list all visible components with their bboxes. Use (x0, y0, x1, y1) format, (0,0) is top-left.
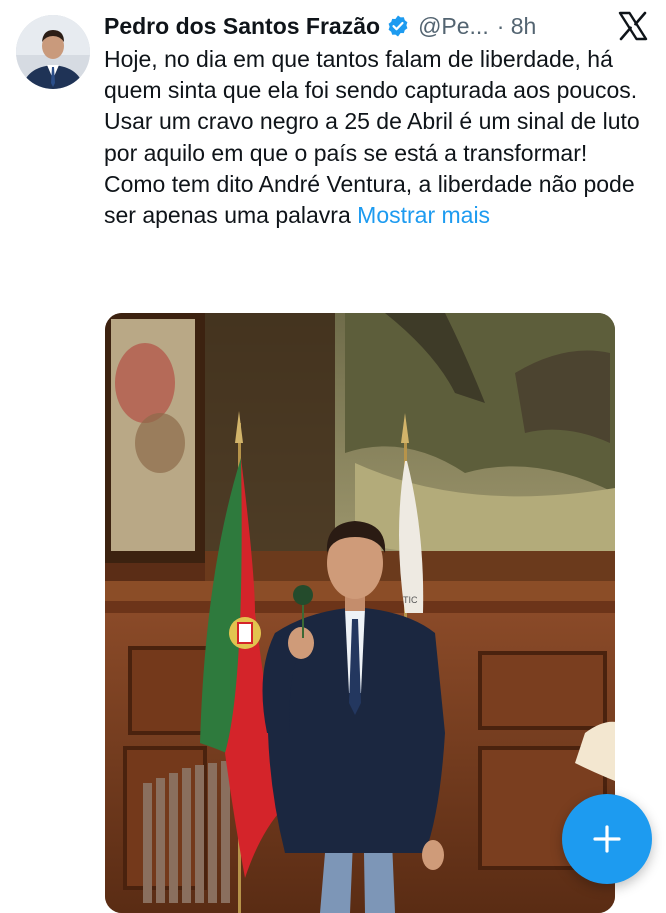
flag-text: TIC (403, 595, 418, 605)
avatar-photo (16, 15, 90, 89)
show-more-link[interactable]: Mostrar mais (357, 202, 490, 228)
author-handle[interactable]: @Pe... (418, 13, 489, 40)
verified-badge-icon (386, 14, 410, 38)
tweet-paragraph: Hoje, no dia em que tantos falam de libe… (104, 46, 638, 104)
x-logo-icon[interactable] (618, 11, 648, 41)
tweet-paragraph: Como tem dito André Ventura, a liberdade… (104, 169, 649, 231)
author-name[interactable]: Pedro dos Santos Frazão (104, 13, 380, 40)
tweet-paragraph: Usar um cravo negro a 25 de Abril é um s… (104, 108, 640, 166)
tweet-text: Hoje, no dia em que tantos falam de libe… (104, 44, 649, 231)
plus-icon (593, 825, 621, 853)
photo-scene: TIC (105, 313, 615, 913)
compose-button[interactable] (562, 794, 652, 884)
tweet-media-image[interactable]: TIC (105, 313, 615, 913)
tweet-header: Pedro dos Santos Frazão @Pe... · 8h (104, 10, 536, 42)
avatar[interactable] (16, 15, 90, 89)
tweet-time[interactable]: · 8h (497, 13, 537, 40)
